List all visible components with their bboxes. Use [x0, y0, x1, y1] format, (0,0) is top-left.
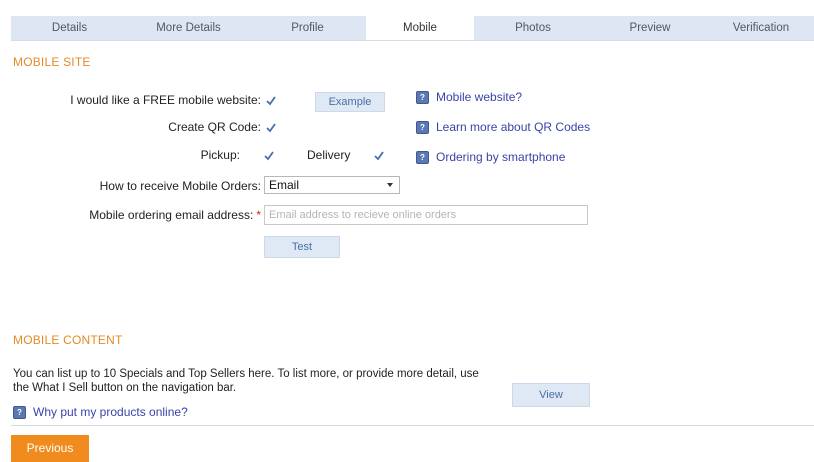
receive-orders-select[interactable]: Email	[264, 176, 400, 194]
help-icon: ?	[416, 150, 429, 164]
pickup-label: Pickup:	[200, 148, 240, 162]
qr-code-label: Create QR Code:	[168, 120, 261, 134]
section-title-mobile-site: MOBILE SITE	[13, 55, 91, 69]
required-marker: *	[256, 208, 261, 222]
email-field[interactable]	[264, 205, 588, 225]
check-icon	[374, 151, 384, 161]
tab-details[interactable]: Details	[11, 16, 128, 40]
tab-mobile[interactable]: Mobile	[366, 16, 474, 40]
receive-orders-value: Email	[269, 178, 300, 192]
help-qr-codes-text[interactable]: Learn more about QR Codes	[436, 120, 590, 134]
tab-more-details[interactable]: More Details	[128, 16, 249, 40]
tab-profile[interactable]: Profile	[249, 16, 366, 40]
qr-code-checkbox[interactable]	[266, 123, 276, 133]
check-icon	[264, 151, 274, 161]
mobile-content-description: You can list up to 10 Specials and Top S…	[13, 368, 479, 394]
footer-divider	[11, 425, 814, 426]
check-icon	[266, 123, 276, 133]
help-products-online[interactable]: ? Why put my products online?	[13, 405, 188, 419]
help-smartphone-text[interactable]: Ordering by smartphone	[436, 150, 565, 164]
view-button[interactable]: View	[512, 383, 590, 407]
previous-button[interactable]: Previous	[11, 435, 89, 462]
test-button[interactable]: Test	[264, 236, 340, 258]
receive-orders-label: How to receive Mobile Orders:	[99, 179, 261, 193]
help-mobile-website[interactable]: ? Mobile website?	[416, 90, 522, 104]
help-icon: ?	[416, 120, 429, 134]
section-title-mobile-content: MOBILE CONTENT	[13, 333, 123, 347]
free-site-label: I would like a FREE mobile website:	[70, 93, 261, 107]
free-site-checkbox[interactable]	[266, 96, 276, 106]
email-label: Mobile ordering email address: *	[89, 208, 261, 222]
tab-photos[interactable]: Photos	[474, 16, 592, 40]
tab-bar: Details More Details Profile Mobile Phot…	[11, 16, 814, 40]
help-smartphone[interactable]: ? Ordering by smartphone	[416, 150, 565, 164]
help-qr-codes[interactable]: ? Learn more about QR Codes	[416, 120, 590, 134]
tab-preview[interactable]: Preview	[592, 16, 708, 40]
check-icon	[266, 96, 276, 106]
tab-verification[interactable]: Verification	[708, 16, 814, 40]
email-label-text: Mobile ordering email address:	[89, 208, 254, 222]
tab-divider	[11, 40, 814, 41]
help-products-online-text[interactable]: Why put my products online?	[33, 405, 188, 419]
chevron-down-icon	[387, 183, 393, 187]
help-mobile-website-text[interactable]: Mobile website?	[436, 90, 522, 104]
example-button[interactable]: Example	[315, 92, 385, 112]
delivery-label: Delivery	[307, 148, 351, 162]
delivery-checkbox[interactable]	[374, 151, 384, 161]
help-icon: ?	[13, 405, 26, 419]
pickup-checkbox[interactable]	[264, 151, 274, 161]
help-icon: ?	[416, 90, 429, 104]
